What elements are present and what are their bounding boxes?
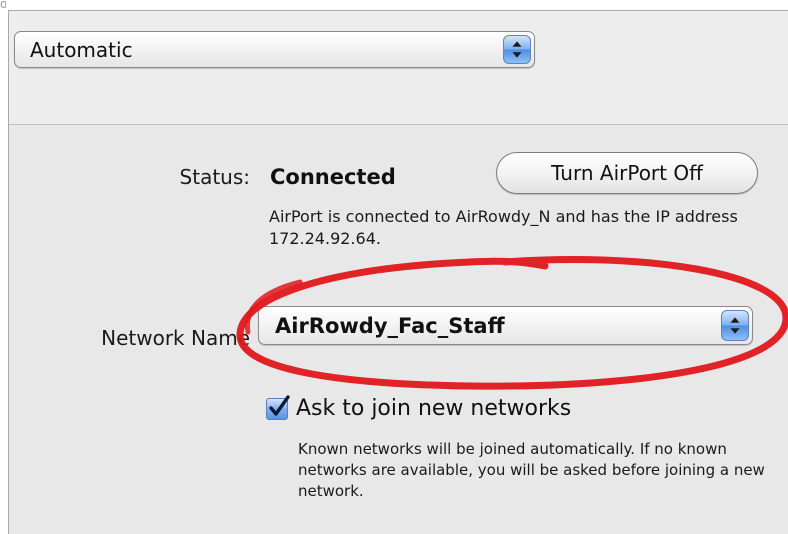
status-label: Status: <box>179 165 250 189</box>
status-description: AirPort is connected to AirRowdy_N and h… <box>269 207 738 248</box>
location-popup-button[interactable]: Automatic <box>14 31 535 68</box>
up-down-chevron-icon <box>721 310 749 341</box>
network-name-popup-button[interactable]: AirRowdy_Fac_Staff <box>258 306 753 345</box>
corner-fragment: g <box>0 0 6 8</box>
network-name-popup-value: AirRowdy_Fac_Staff <box>275 313 505 338</box>
network-preferences-screenshot: g Automatic Status: Connected Turn AirPo… <box>0 0 788 534</box>
network-name-label: Network Name <box>101 326 250 350</box>
turn-airport-off-button[interactable]: Turn AirPort Off <box>496 152 758 194</box>
status-value: Connected <box>270 165 396 189</box>
up-down-chevron-icon <box>503 35 531 64</box>
checkmark-icon <box>269 395 290 416</box>
ask-to-join-label[interactable]: Ask to join new networks <box>296 396 571 421</box>
location-popup-value: Automatic <box>30 37 133 62</box>
section-divider <box>9 124 788 125</box>
ask-to-join-checkbox[interactable] <box>266 395 290 420</box>
ask-to-join-description: Known networks will be joined automatica… <box>298 440 765 500</box>
